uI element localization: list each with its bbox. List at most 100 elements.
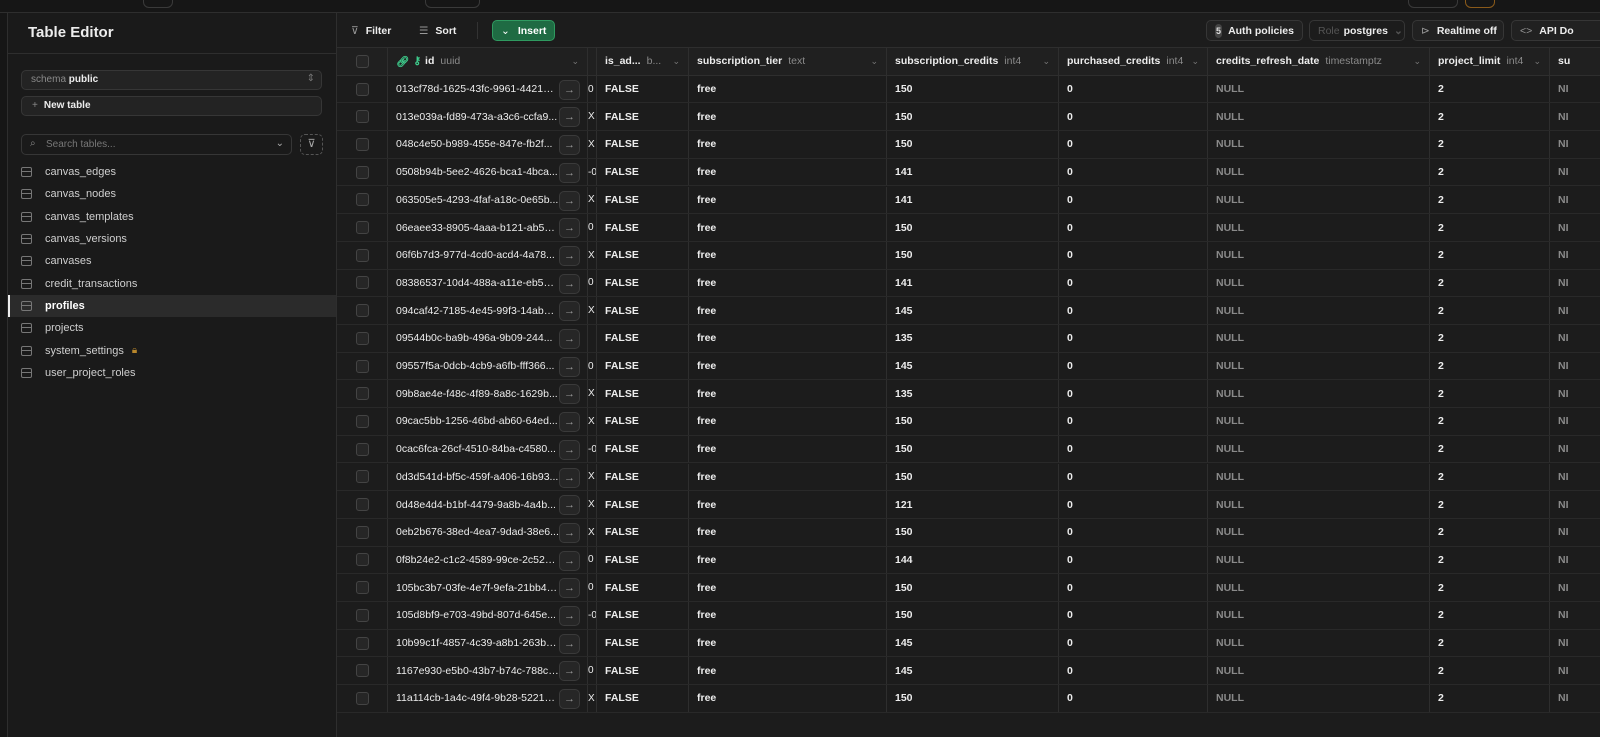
row-checkbox[interactable] [337, 325, 388, 352]
cell-subscription-credits[interactable]: 135 [887, 380, 1059, 408]
arrow-right-icon[interactable]: → [559, 578, 580, 599]
cell-project-limit[interactable]: 2 [1430, 186, 1550, 214]
sort-button[interactable]: ☰ Sort [411, 20, 464, 41]
cell-credits-refresh-date[interactable]: NULL [1208, 103, 1430, 131]
cell-hidden[interactable]: X [588, 518, 597, 546]
cell-subscription-tier[interactable]: free [689, 463, 887, 491]
cell-is-admin[interactable]: FALSE [597, 685, 689, 712]
sidebar-table-system-settings[interactable]: system_settings 🔒︎ [8, 339, 336, 361]
cell-is-admin[interactable]: FALSE [597, 186, 689, 214]
cell-project-limit[interactable]: 2 [1430, 435, 1550, 463]
cell-project-limit[interactable]: 2 [1430, 408, 1550, 435]
cell-credits-refresh-date[interactable]: NULL [1208, 158, 1430, 186]
row-checkbox[interactable] [337, 352, 388, 380]
cell-subscription-credits[interactable]: 150 [887, 463, 1059, 491]
chevrons-down-icon[interactable]: ⌄ [276, 138, 284, 149]
cell-subscription-tier[interactable]: free [689, 602, 887, 629]
arrow-right-icon[interactable]: → [559, 107, 580, 128]
cell-su[interactable]: NI [1550, 242, 1600, 269]
cell-is-admin[interactable]: FALSE [597, 380, 689, 408]
arrow-right-icon[interactable]: → [559, 218, 580, 239]
cell-hidden[interactable]: X [588, 408, 597, 435]
arrow-right-icon[interactable]: → [559, 356, 580, 377]
cell-id[interactable]: 0d3d541d-bf5c-459f-a406-16b93... → [388, 463, 588, 491]
cell-id[interactable]: 11a114cb-1a4c-49f4-9b28-52219ec... → [388, 685, 588, 712]
cell-purchased-credits[interactable]: 0 [1059, 629, 1208, 657]
cell-purchased-credits[interactable]: 0 [1059, 408, 1208, 435]
cell-credits-refresh-date[interactable]: NULL [1208, 408, 1430, 435]
cell-id[interactable]: 105bc3b7-03fe-4e7f-9efa-21bb40... → [388, 574, 588, 601]
cell-subscription-tier[interactable]: free [689, 408, 887, 435]
arrow-right-icon[interactable]: → [559, 190, 580, 211]
cell-project-limit[interactable]: 2 [1430, 602, 1550, 629]
cell-is-admin[interactable]: FALSE [597, 131, 689, 158]
sidebar-table-canvas-edges[interactable]: canvas_edges [8, 161, 336, 183]
cell-subscription-tier[interactable]: free [689, 629, 887, 657]
cell-project-limit[interactable]: 2 [1430, 518, 1550, 546]
arrow-right-icon[interactable]: → [559, 606, 580, 626]
arrow-right-icon[interactable]: → [559, 661, 580, 682]
cell-id[interactable]: 013e039a-fd89-473a-a3c6-ccfa9... → [388, 103, 588, 131]
arrow-right-icon[interactable]: → [559, 162, 580, 183]
row-checkbox[interactable] [337, 602, 388, 629]
table-row[interactable]: 0cac6fca-26cf-4510-84ba-c4580... → -0 FALSE… [337, 435, 1600, 464]
cell-subscription-credits[interactable]: 150 [887, 408, 1059, 435]
cell-subscription-credits[interactable]: 150 [887, 241, 1059, 269]
arrow-right-icon[interactable]: → [559, 467, 580, 488]
cell-credits-refresh-date[interactable]: NULL [1208, 214, 1430, 241]
cell-purchased-credits[interactable]: 0 [1059, 269, 1208, 297]
cell-hidden[interactable]: X [588, 297, 597, 324]
arrow-right-icon[interactable]: → [559, 412, 580, 433]
row-checkbox[interactable] [337, 685, 388, 712]
table-row[interactable]: 1167e930-e5b0-43b7-b74c-788c9... → 0 FALSE f… [337, 657, 1600, 686]
cell-purchased-credits[interactable]: 0 [1059, 602, 1208, 629]
column-header-project-limit[interactable]: project_limit int4 ⌄ [1430, 48, 1550, 75]
cell-credits-refresh-date[interactable]: NULL [1208, 325, 1430, 352]
cell-subscription-credits[interactable]: 150 [887, 214, 1059, 241]
cell-id[interactable]: 09557f5a-0dcb-4cb9-a6fb-fff366... → [388, 352, 588, 380]
cell-purchased-credits[interactable]: 0 [1059, 352, 1208, 380]
row-checkbox[interactable] [337, 75, 388, 103]
cell-project-limit[interactable]: 2 [1430, 685, 1550, 712]
cell-su[interactable]: NI [1550, 464, 1600, 491]
row-checkbox[interactable] [337, 629, 388, 657]
table-row[interactable]: 10b99c1f-4857-4c39-a8b1-263b8... → FALSE fr… [337, 629, 1600, 658]
cell-is-admin[interactable]: FALSE [597, 352, 689, 380]
column-header-is-admin[interactable]: is_ad... b... ⌄ [597, 48, 689, 75]
realtime-button[interactable]: ⊳ Realtime off [1412, 20, 1504, 41]
table-row[interactable]: 09544b0c-ba9b-496a-9b09-244... → FALSE free… [337, 325, 1600, 353]
cell-hidden[interactable]: -0 [588, 435, 597, 463]
cell-credits-refresh-date[interactable]: NULL [1208, 186, 1430, 214]
cell-subscription-tier[interactable]: free [689, 297, 887, 324]
chevron-down-icon[interactable]: ⌄ [1413, 56, 1421, 67]
cell-credits-refresh-date[interactable]: NULL [1208, 602, 1430, 629]
cell-id[interactable]: 0d48e4d4-b1bf-4479-9a8b-4a4b... → [388, 491, 588, 518]
cell-subscription-tier[interactable]: free [689, 75, 887, 103]
cell-subscription-credits[interactable]: 150 [887, 103, 1059, 131]
cell-purchased-credits[interactable]: 0 [1059, 297, 1208, 324]
cell-project-limit[interactable]: 2 [1430, 269, 1550, 297]
cell-hidden[interactable] [588, 325, 597, 352]
arrow-right-icon[interactable]: → [559, 689, 580, 710]
cell-id[interactable]: 0508b94b-5ee2-4626-bca1-4bca... → [388, 158, 588, 186]
cell-hidden[interactable]: X [588, 186, 597, 214]
arrow-right-icon[interactable]: → [559, 329, 580, 349]
arrow-right-icon[interactable]: → [559, 550, 580, 571]
table-row[interactable]: 063505e5-4293-4faf-a18c-0e65b... → X FALSE f… [337, 186, 1600, 215]
cell-credits-refresh-date[interactable]: NULL [1208, 657, 1430, 685]
column-header-subscription-credits[interactable]: subscription_credits int4 ⌄ [887, 48, 1059, 75]
cell-id[interactable]: 09cac5bb-1256-46bd-ab60-64ed... → [388, 408, 588, 435]
cell-hidden[interactable]: 0 [588, 214, 597, 241]
cell-subscription-credits[interactable]: 150 [887, 435, 1059, 463]
cell-is-admin[interactable]: FALSE [597, 214, 689, 241]
cell-is-admin[interactable]: FALSE [597, 269, 689, 297]
table-row[interactable]: 06eaee33-8905-4aaa-b121-ab552... → 0 FALSE f… [337, 214, 1600, 242]
cell-credits-refresh-date[interactable]: NULL [1208, 297, 1430, 324]
cell-is-admin[interactable]: FALSE [597, 103, 689, 131]
cell-subscription-tier[interactable]: free [689, 657, 887, 685]
sidebar-table-profiles[interactable]: profiles [8, 294, 336, 318]
table-row[interactable]: 0d3d541d-bf5c-459f-a406-16b93... → X FALSE f… [337, 463, 1600, 492]
cell-subscription-tier[interactable]: free [689, 131, 887, 158]
api-docs-button[interactable]: <> API Do [1511, 20, 1600, 41]
cell-project-limit[interactable]: 2 [1430, 241, 1550, 269]
